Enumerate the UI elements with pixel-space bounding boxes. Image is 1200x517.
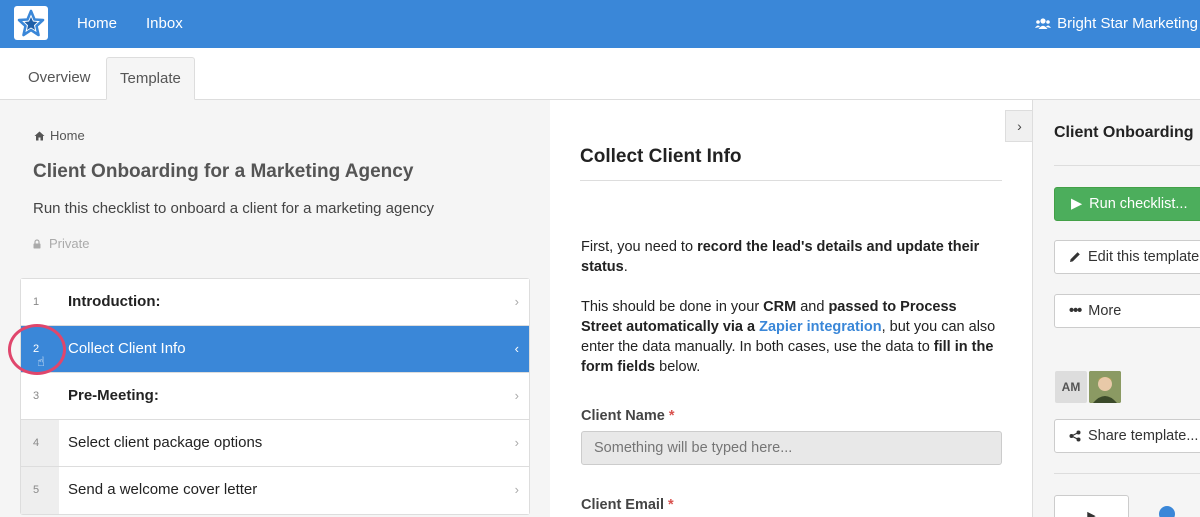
top-navbar: Home Inbox Bright Star Marketing — [0, 0, 1200, 48]
play-video-button[interactable]: ▶ — [1054, 495, 1129, 517]
user-icon — [1159, 506, 1175, 517]
task-item-collect-client-info[interactable]: 2 Collect Client Info ‹ — [21, 326, 529, 373]
template-title: Client Onboarding for a Marketing Agency — [33, 161, 414, 182]
task-label: Collect Client Info — [68, 340, 186, 357]
organization-name: Bright Star Marketing — [1057, 15, 1198, 32]
chevron-right-icon: › — [514, 482, 519, 497]
nav-home-link[interactable]: Home — [77, 0, 117, 48]
client-email-label: Client Email * — [581, 497, 674, 513]
tab-template[interactable]: Template — [106, 57, 195, 100]
share-icon — [1069, 430, 1081, 442]
sidebar-divider — [1054, 473, 1200, 474]
instructions-paragraph-1: First, you need to record the lead's det… — [581, 239, 980, 275]
sidebar-toggle-button[interactable]: › — [1005, 110, 1033, 142]
chevron-right-icon: › — [1017, 118, 1022, 134]
task-detail-panel: Collect Client Info First, you need to r… — [550, 100, 1032, 517]
visibility-status: Private — [33, 236, 89, 251]
hand-cursor-icon: ☝ — [37, 354, 45, 369]
nav-inbox-link[interactable]: Inbox — [146, 0, 183, 48]
task-list: 1 Introduction: › 2 Collect Client Info … — [20, 278, 530, 515]
task-number: 3 — [33, 390, 40, 402]
sidebar-divider — [1054, 165, 1200, 166]
chevron-right-icon: › — [514, 294, 519, 309]
ellipsis-icon: ••• — [1069, 303, 1082, 319]
task-item-welcome-letter[interactable]: 5 Send a welcome cover letter › — [21, 467, 529, 514]
sidebar-title: Client Onboarding — [1054, 124, 1194, 141]
template-description: Run this checklist to onboard a client f… — [33, 200, 435, 217]
breadcrumb[interactable]: Home — [34, 128, 85, 143]
view-tabs: Overview Template — [0, 48, 1200, 100]
visibility-label: Private — [49, 236, 90, 251]
instructions-paragraph-2: This should be done in your CRM and pass… — [581, 299, 996, 375]
task-number: 4 — [21, 420, 59, 466]
task-item-pre-meeting[interactable]: 3 Pre-Meeting: › — [21, 373, 529, 420]
organization-menu[interactable]: Bright Star Marketing — [1035, 0, 1198, 48]
tab-overview[interactable]: Overview — [15, 57, 104, 100]
task-label: Select client package options — [68, 434, 263, 451]
title-divider — [580, 180, 1002, 181]
home-icon — [34, 131, 45, 140]
avatar-photo[interactable] — [1089, 371, 1121, 403]
user-photo-icon — [1089, 371, 1121, 403]
star-logo-icon — [17, 9, 45, 37]
client-name-label: Client Name * — [581, 408, 675, 424]
avatar[interactable]: AM — [1055, 371, 1087, 403]
task-number: 5 — [21, 467, 59, 514]
task-label: Pre-Meeting: — [68, 387, 159, 404]
chevron-left-icon: ‹ — [514, 341, 519, 356]
task-item-introduction[interactable]: 1 Introduction: › — [21, 279, 529, 326]
breadcrumb-home[interactable]: Home — [50, 128, 85, 143]
more-button[interactable]: ••• More — [1054, 294, 1200, 328]
task-label: Send a welcome cover letter — [68, 481, 258, 498]
play-icon: ▶ — [1087, 510, 1096, 517]
template-sidebar: Client Onboarding ▶ Run checklist... Edi… — [1032, 100, 1200, 517]
share-template-button[interactable]: Share template... — [1054, 419, 1200, 453]
pencil-icon — [1070, 252, 1080, 262]
chevron-right-icon: › — [514, 388, 519, 403]
task-number: 1 — [33, 296, 40, 308]
lock-icon — [33, 238, 41, 248]
app-logo[interactable] — [14, 6, 48, 40]
edit-template-button[interactable]: Edit this template — [1054, 240, 1200, 274]
zapier-integration-link[interactable]: Zapier integration — [759, 319, 881, 335]
run-checklist-button[interactable]: ▶ Run checklist... — [1054, 187, 1200, 221]
task-detail-title: Collect Client Info — [580, 146, 742, 167]
client-name-field[interactable] — [581, 431, 1002, 465]
chevron-right-icon: › — [514, 435, 519, 450]
task-item-select-package[interactable]: 4 Select client package options › — [21, 420, 529, 467]
template-outline-panel: Home Client Onboarding for a Marketing A… — [0, 100, 550, 517]
task-label: Introduction: — [68, 293, 161, 310]
play-icon: ▶ — [1071, 196, 1083, 212]
users-icon — [1035, 18, 1052, 29]
